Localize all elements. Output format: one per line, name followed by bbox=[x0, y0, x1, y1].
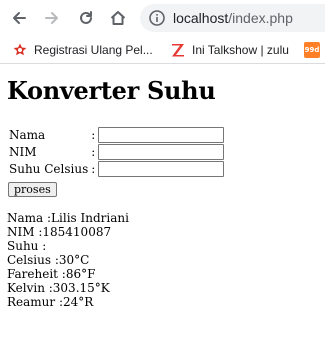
nama-input[interactable] bbox=[98, 127, 225, 143]
bookmark-label: Registrasi Ulang Pel... bbox=[34, 43, 153, 57]
star-bookmark-icon bbox=[12, 42, 28, 58]
forward-button[interactable] bbox=[40, 6, 64, 30]
result-suhu: Suhu : bbox=[7, 239, 47, 253]
form-table: Nama : NIM : Suhu Celsius : bbox=[7, 126, 226, 178]
proses-button[interactable]: proses bbox=[8, 182, 57, 197]
form-row-nim: NIM : bbox=[8, 144, 225, 160]
reload-icon bbox=[80, 11, 92, 24]
result-nama: Nama :Lilis Indriani bbox=[7, 211, 129, 225]
result-celsius: Celsius :30°C bbox=[7, 253, 90, 267]
converter-form: Nama : NIM : Suhu Celsius : proses bbox=[7, 126, 325, 197]
bookmarks-bar: Registrasi Ulang Pel... Ini Talkshow | z… bbox=[0, 38, 325, 62]
result-nim: NIM :185410087 bbox=[7, 225, 112, 239]
form-row-nama: Nama : bbox=[8, 127, 225, 143]
bookmark-talkshow[interactable]: Ini Talkshow | zulu bbox=[170, 40, 289, 60]
result-kelvin: Kelvin :303.15°K bbox=[7, 281, 110, 295]
url-text[interactable]: localhost/index.php bbox=[173, 9, 293, 27]
home-icon bbox=[110, 11, 126, 25]
page-content: Konverter Suhu Nama : NIM : Suhu Celsius… bbox=[7, 64, 325, 309]
page-title: Konverter Suhu bbox=[7, 76, 216, 105]
bookmark-99d-text: 99d bbox=[304, 46, 320, 54]
form-row-suhu: Suhu Celsius : bbox=[8, 161, 225, 177]
back-button[interactable] bbox=[7, 6, 31, 30]
nama-sep: : bbox=[91, 128, 96, 142]
reload-button[interactable] bbox=[74, 6, 98, 30]
nim-label: NIM bbox=[9, 145, 37, 159]
info-icon[interactable] bbox=[148, 9, 166, 27]
bookmark-label: Ini Talkshow | zulu bbox=[192, 43, 289, 57]
address-bar[interactable]: localhost/index.php bbox=[140, 4, 325, 32]
back-arrow-icon bbox=[13, 12, 26, 24]
url-path: /index.php bbox=[228, 10, 293, 26]
suhu-label: Suhu Celsius bbox=[9, 162, 89, 176]
result-output: Nama :Lilis Indriani NIM :185410087 Suhu… bbox=[7, 211, 325, 309]
nama-label: Nama bbox=[9, 128, 46, 142]
bookmark-registrasi[interactable]: Registrasi Ulang Pel... bbox=[12, 40, 153, 60]
forward-arrow-icon bbox=[45, 12, 58, 24]
result-reamur: Reamur :24°R bbox=[7, 295, 94, 309]
browser-chrome: localhost/index.php Registrasi Ulang Pel… bbox=[0, 0, 325, 64]
result-fahrenheit: Fareheit :86°F bbox=[7, 267, 96, 281]
url-host: localhost bbox=[173, 10, 229, 26]
browser-toolbar: localhost/index.php bbox=[0, 0, 325, 36]
suhu-sep: : bbox=[91, 162, 96, 176]
zulu-logo-icon bbox=[170, 42, 186, 58]
suhu-input[interactable] bbox=[98, 161, 225, 177]
99d-logo-icon: 99d bbox=[304, 42, 320, 58]
nim-input[interactable] bbox=[98, 144, 225, 160]
home-button[interactable] bbox=[106, 6, 130, 30]
nim-sep: : bbox=[91, 145, 96, 159]
bookmark-99d[interactable]: 99d bbox=[304, 40, 325, 60]
